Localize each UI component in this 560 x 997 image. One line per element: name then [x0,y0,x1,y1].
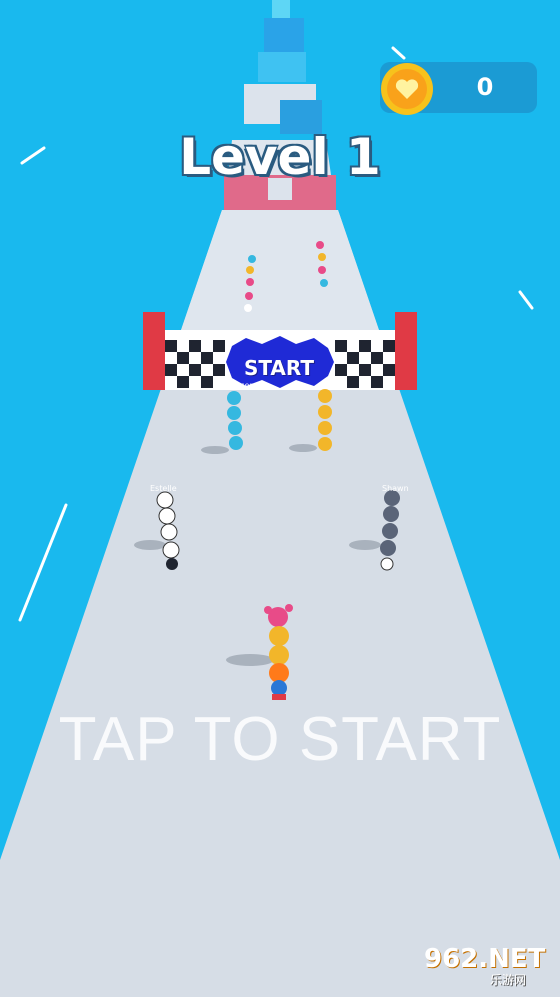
name-tag-shawn: Shawn [382,484,409,493]
level-title: Level 1 [179,128,381,186]
watermark-sub: 乐游网 [490,973,527,987]
heart-coin-icon [381,63,433,115]
watermark-main: 962.NET [424,944,546,974]
coin-counter: 0 [380,62,537,115]
site-watermark: 962.NET 乐游网 [420,944,554,988]
coin-count: 0 [476,73,494,101]
tap-to-start-prompt[interactable]: TAP TO START [20,704,540,775]
name-tag-estelle: Estelle [150,484,177,493]
name-tag-spencer: Spencer [220,381,253,390]
